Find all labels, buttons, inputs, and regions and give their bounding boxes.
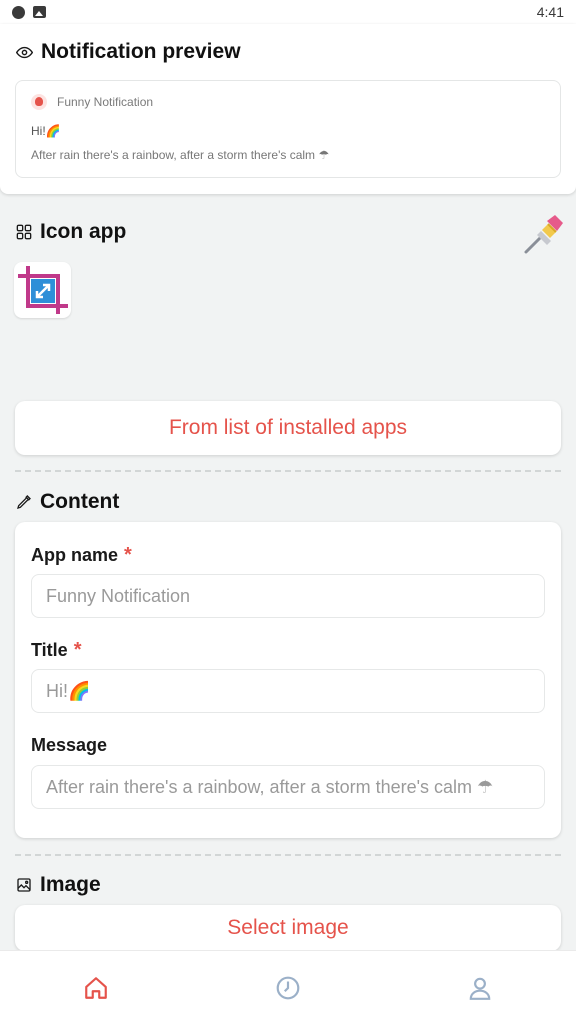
eye-icon xyxy=(16,46,33,58)
status-time: 4:41 xyxy=(536,4,564,20)
content-form: App name * Funny Notification Title * Hi… xyxy=(15,522,561,838)
bottom-navigation xyxy=(0,950,576,1024)
required-mark: * xyxy=(124,544,132,566)
select-image-button[interactable]: Select image xyxy=(15,905,561,951)
history-icon xyxy=(276,976,300,999)
preview-title: Notification preview xyxy=(41,40,241,63)
notification-app-name: Funny Notification xyxy=(57,95,154,109)
notification-preview-card: Notification preview Funny Notification … xyxy=(0,24,576,194)
title-label-text: Title xyxy=(31,640,68,660)
divider xyxy=(15,470,561,472)
nav-profile[interactable] xyxy=(450,958,510,1018)
home-icon xyxy=(85,976,107,999)
image-icon xyxy=(17,878,31,892)
recording-icon xyxy=(12,5,25,19)
app-name-input[interactable]: Funny Notification xyxy=(31,574,545,618)
title-label: Title * xyxy=(31,639,81,662)
nav-history[interactable] xyxy=(258,958,318,1018)
app-badge-icon xyxy=(31,94,47,110)
message-label: Message xyxy=(31,735,108,755)
icon-app-title: Icon app xyxy=(40,220,127,243)
divider xyxy=(15,854,561,856)
pin-icon[interactable] xyxy=(520,210,568,258)
notification-app-row: Funny Notification xyxy=(31,94,153,110)
app-name-label-text: App name xyxy=(31,545,119,565)
gallery-icon xyxy=(33,6,46,18)
selected-app-icon[interactable] xyxy=(14,262,71,318)
icon-app-header: Icon app xyxy=(16,220,126,244)
grid-icon xyxy=(16,224,32,240)
content-header: Content xyxy=(16,490,119,514)
title-input[interactable]: Hi!🌈 xyxy=(31,669,545,713)
notification-box: Funny Notification Hi!🌈 After rain there… xyxy=(15,80,561,178)
image-title: Image xyxy=(40,873,101,896)
profile-icon xyxy=(469,977,491,1000)
notification-title: Hi!🌈 xyxy=(31,124,61,138)
app-name-label: App name * xyxy=(31,544,132,567)
nav-home[interactable] xyxy=(66,958,126,1018)
preview-header: Notification preview xyxy=(16,40,241,64)
status-bar: 4:41 xyxy=(0,0,576,24)
crop-icon xyxy=(18,266,68,314)
notification-message: After rain there's a rainbow, after a st… xyxy=(31,148,330,162)
content-title: Content xyxy=(40,490,120,513)
required-mark: * xyxy=(73,639,82,661)
image-header: Image xyxy=(16,873,101,897)
installed-apps-button[interactable]: From list of installed apps xyxy=(15,401,561,455)
message-input[interactable]: After rain there's a rainbow, after a st… xyxy=(31,765,545,809)
pencil-icon xyxy=(17,495,31,509)
